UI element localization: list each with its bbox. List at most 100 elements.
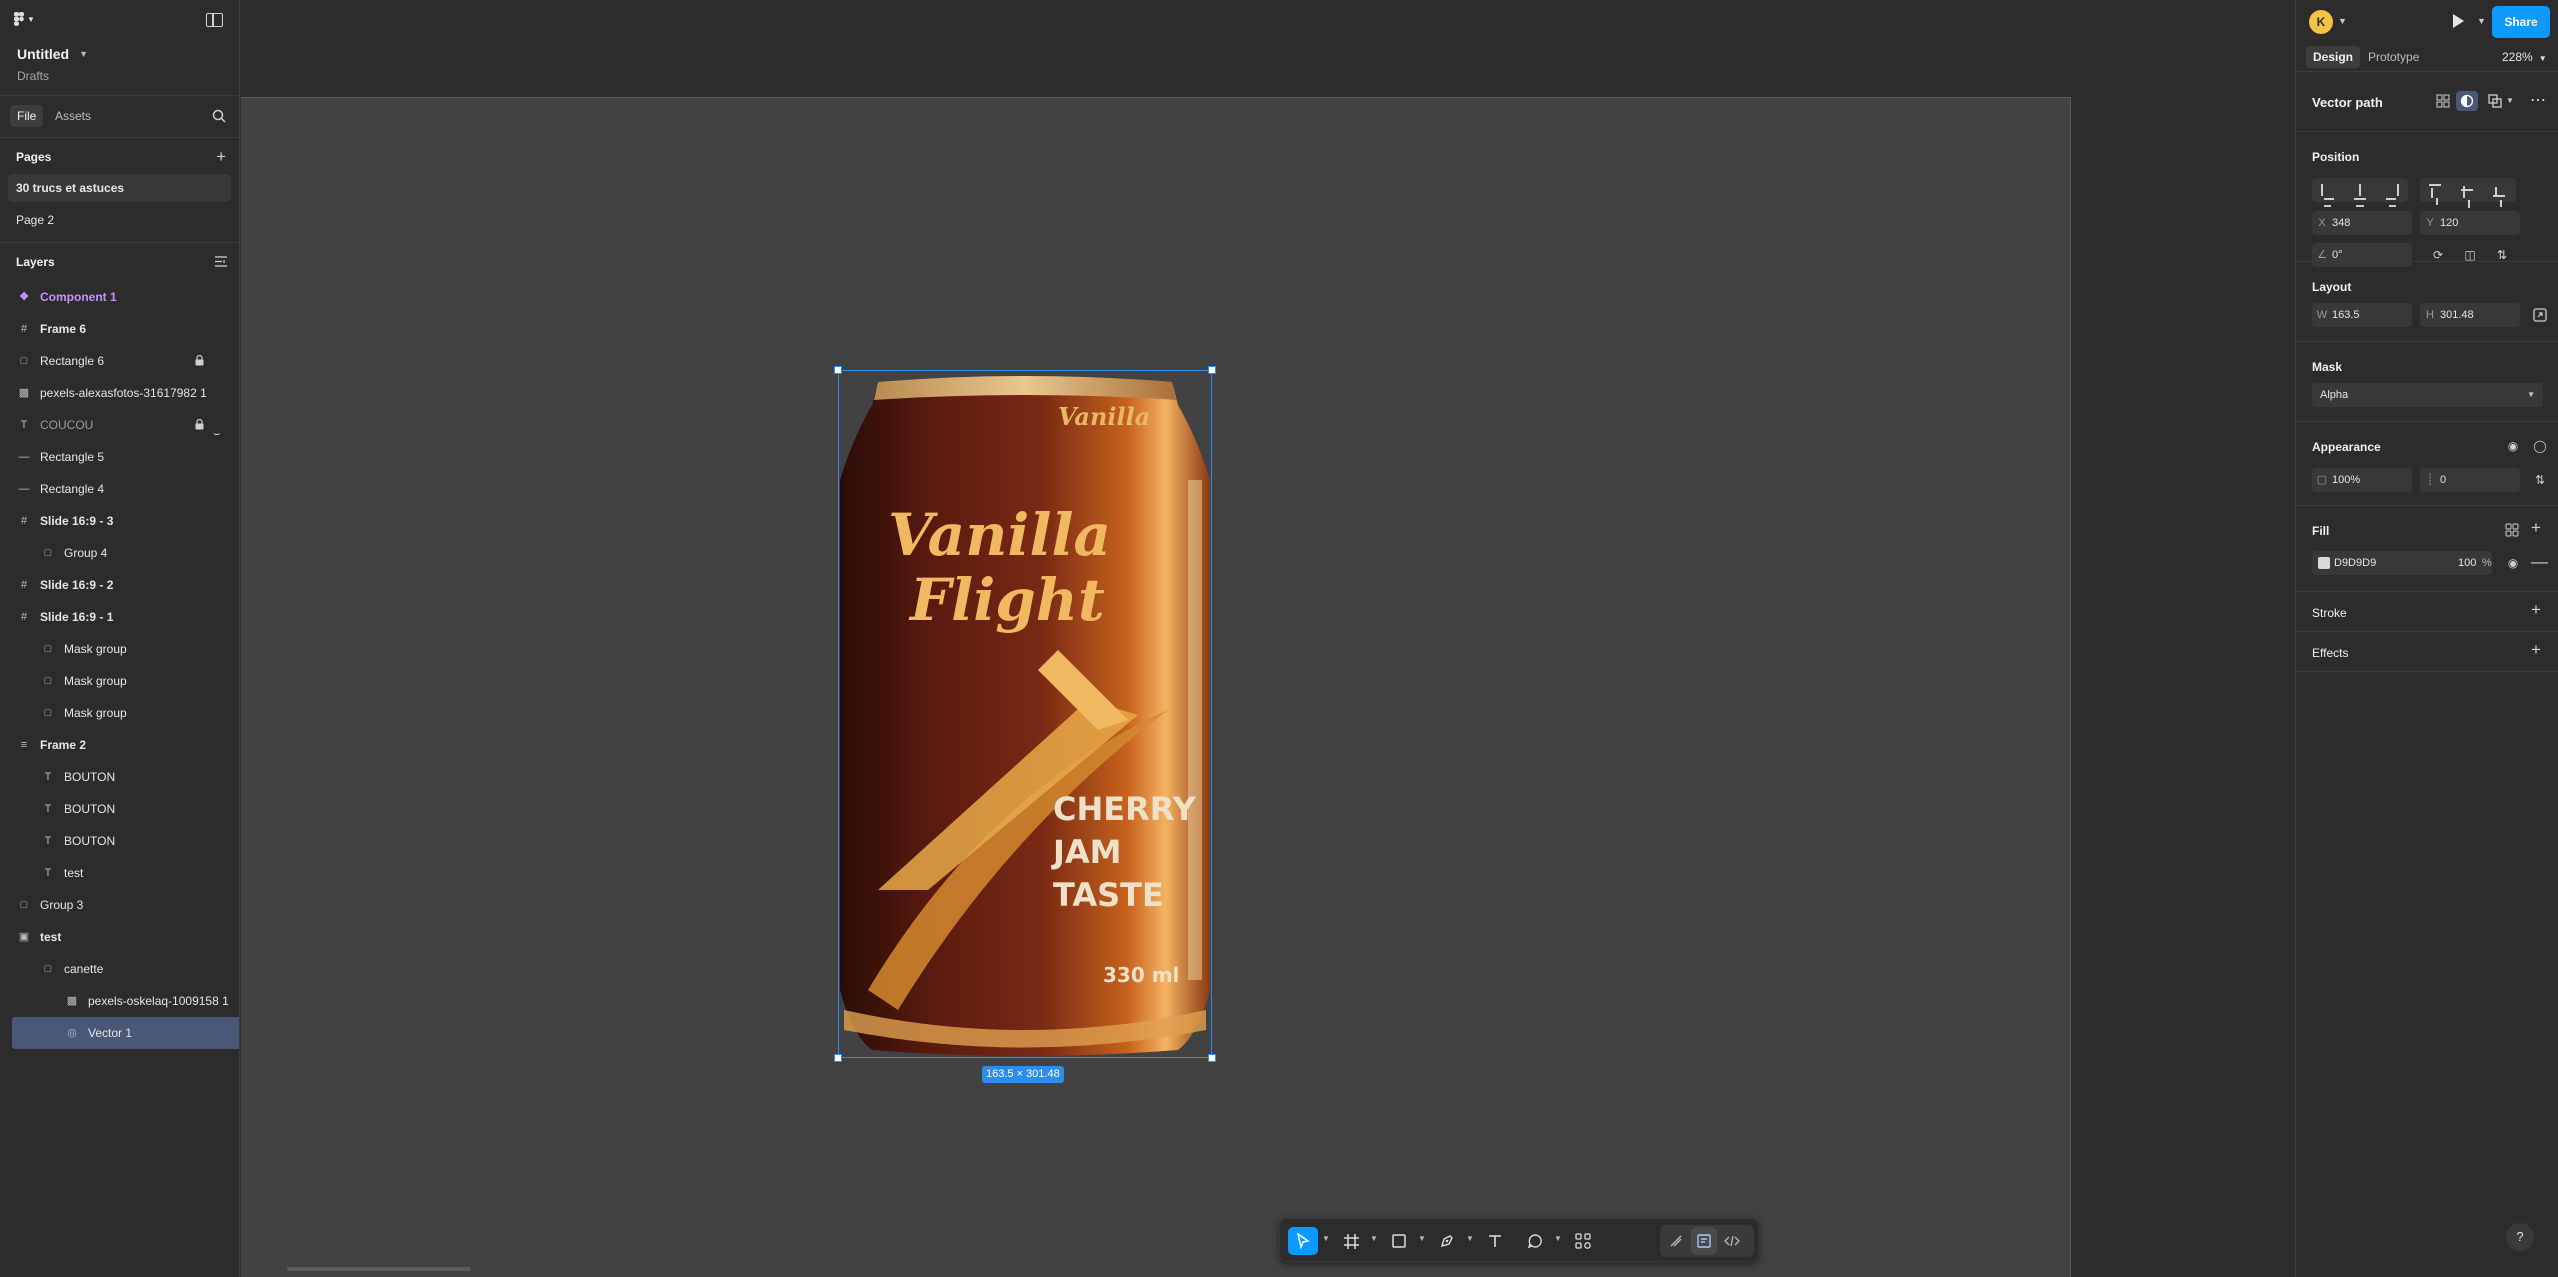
resize-handle-top-left[interactable] <box>834 366 842 374</box>
page-item[interactable]: 30 trucs et astuces <box>8 174 231 202</box>
resize-to-fit-icon[interactable] <box>2533 308 2547 322</box>
width-input[interactable]: W 163.5 <box>2312 303 2412 327</box>
align-center-icon[interactable] <box>2344 178 2376 207</box>
layers-list-icon[interactable] <box>215 256 227 267</box>
layer-item[interactable]: T BOUTON <box>0 761 239 793</box>
sidebar-toggle-icon[interactable] <box>206 13 223 27</box>
move-tool-button[interactable] <box>1288 1227 1318 1255</box>
add-fill-icon[interactable]: + <box>2531 518 2541 538</box>
resize-handle-bottom-right[interactable] <box>1208 1054 1216 1062</box>
mask-type-select[interactable]: Alpha ▼ <box>2312 383 2543 407</box>
layer-item[interactable]: ❖ Component 1 <box>0 281 239 313</box>
chevron-down-icon[interactable]: ▼ <box>1466 1234 1474 1243</box>
design-mode-button[interactable] <box>1691 1227 1717 1255</box>
layer-item[interactable]: — Rectangle 5 <box>0 441 239 473</box>
chevron-down-icon[interactable]: ▼ <box>2506 96 2514 105</box>
chevron-down-icon[interactable]: ▼ <box>1418 1234 1426 1243</box>
present-play-icon[interactable] <box>2453 14 2464 28</box>
remove-fill-icon[interactable]: — <box>2531 552 2548 572</box>
horizontal-scrollbar[interactable] <box>287 1267 471 1271</box>
layer-item[interactable]: □ Group 3 <box>0 889 239 921</box>
adjust-icon[interactable]: ⇅ <box>2532 472 2548 488</box>
file-location[interactable]: Drafts <box>17 69 49 83</box>
search-icon[interactable] <box>211 108 227 124</box>
align-middle-icon[interactable] <box>2452 178 2484 208</box>
fill-swatch[interactable] <box>2318 557 2330 570</box>
chevron-down-icon[interactable]: ▼ <box>2338 16 2347 26</box>
share-button[interactable]: Share <box>2492 6 2550 38</box>
add-stroke-icon[interactable]: + <box>2531 600 2541 620</box>
comment-tool-button[interactable] <box>1520 1227 1550 1255</box>
boolean-icon[interactable] <box>2488 94 2502 108</box>
y-input[interactable]: Y 120 <box>2420 211 2520 235</box>
layer-item[interactable]: □ canette <box>0 953 239 985</box>
opacity-input[interactable]: ▢ 100% <box>2312 468 2412 492</box>
avatar[interactable]: K <box>2309 10 2333 34</box>
flip-vertical-icon[interactable]: ⇅ <box>2494 247 2510 263</box>
layer-item[interactable]: T COUCOU ⌣ <box>0 409 239 441</box>
text-tool-button[interactable] <box>1480 1227 1510 1255</box>
mask-toggle-button[interactable] <box>2456 91 2478 111</box>
layer-item[interactable]: # Frame 6 <box>0 313 239 345</box>
lock-icon[interactable] <box>195 419 204 430</box>
corner-radius-input[interactable]: ┊ 0 <box>2420 468 2520 492</box>
tab-prototype[interactable]: Prototype <box>2361 46 2426 68</box>
layer-item[interactable]: □ Mask group <box>0 697 239 729</box>
fill-color-input[interactable]: D9D9D9 100 % <box>2312 551 2492 575</box>
visibility-eye-icon[interactable]: ◉ <box>2505 438 2521 454</box>
styles-grid-icon[interactable] <box>2505 523 2519 537</box>
layer-item[interactable]: ◎ Vector 1 <box>12 1017 239 1049</box>
layer-item[interactable]: □ Mask group <box>0 665 239 697</box>
help-button[interactable]: ? <box>2506 1223 2534 1251</box>
layer-item[interactable]: T BOUTON <box>0 793 239 825</box>
shape-tool-button[interactable] <box>1384 1227 1414 1255</box>
file-title[interactable]: Untitled ▼ <box>17 46 88 62</box>
selection-box[interactable] <box>838 370 1212 1058</box>
layer-item[interactable]: Ttest <box>0 857 239 889</box>
layer-item[interactable]: ≡ Frame 2 <box>0 729 239 761</box>
align-left-icon[interactable] <box>2312 178 2344 207</box>
more-options-icon[interactable]: ⋯ <box>2530 90 2546 110</box>
layer-item[interactable]: # Slide 16:9 - 3 <box>0 505 239 537</box>
add-page-icon[interactable]: + <box>216 147 226 167</box>
layer-item[interactable]: □ Rectangle 6 <box>0 345 239 377</box>
zoom-control[interactable]: 228% ▼ <box>2502 50 2547 64</box>
align-right-icon[interactable] <box>2376 178 2408 207</box>
frame-tool-button[interactable] <box>1336 1227 1366 1255</box>
height-input[interactable]: H 301.48 <box>2420 303 2520 327</box>
layer-item[interactable]: □ Mask group <box>0 633 239 665</box>
x-input[interactable]: X 348 <box>2312 211 2412 235</box>
dev-mode-button[interactable] <box>1719 1227 1745 1255</box>
blend-mode-icon[interactable]: ◯ <box>2532 438 2548 454</box>
chevron-down-icon[interactable]: ▼ <box>2477 16 2486 26</box>
component-grid-icon[interactable] <box>2436 94 2450 108</box>
layer-item[interactable]: T BOUTON <box>0 825 239 857</box>
layer-item[interactable]: ▩ pexels-alexasfotos-31617982 1 <box>0 377 239 409</box>
canvas[interactable]: Vanilla Vanilla Flight CHERRY JAM TASTE … <box>241 0 2295 1277</box>
layer-item[interactable]: # Slide 16:9 - 1 <box>0 601 239 633</box>
resize-handle-top-right[interactable] <box>1208 366 1216 374</box>
pen-tool-button[interactable] <box>1432 1227 1462 1255</box>
chevron-down-icon[interactable]: ▼ <box>1554 1234 1562 1243</box>
layer-item[interactable]: ▩ pexels-oskelaq-1009158 1 <box>0 985 239 1017</box>
layer-item[interactable]: # Slide 16:9 - 2 <box>0 569 239 601</box>
layer-item[interactable]: ▣ test <box>0 921 239 953</box>
tab-file[interactable]: File <box>10 105 44 127</box>
layer-item[interactable]: □ Group 4 <box>0 537 239 569</box>
actions-button[interactable] <box>1568 1227 1598 1255</box>
draw-mode-button[interactable] <box>1663 1227 1689 1255</box>
flip-horizontal-icon[interactable]: ◫ <box>2462 247 2478 263</box>
tab-assets[interactable]: Assets <box>48 105 98 127</box>
align-bottom-icon[interactable] <box>2484 178 2516 207</box>
add-effect-icon[interactable]: + <box>2531 640 2541 660</box>
lock-icon[interactable] <box>195 355 204 366</box>
page-item[interactable]: Page 2 <box>8 206 231 234</box>
layer-item[interactable]: — Rectangle 4 <box>0 473 239 505</box>
resize-handle-bottom-left[interactable] <box>834 1054 842 1062</box>
fill-visibility-eye-icon[interactable]: ◉ <box>2505 555 2521 571</box>
chevron-down-icon[interactable]: ▼ <box>1370 1234 1378 1243</box>
align-top-icon[interactable] <box>2420 178 2452 205</box>
main-menu-button[interactable]: ▼ <box>14 12 35 26</box>
rotate-icon[interactable]: ⟳ <box>2430 247 2446 263</box>
tab-design[interactable]: Design <box>2306 46 2361 68</box>
